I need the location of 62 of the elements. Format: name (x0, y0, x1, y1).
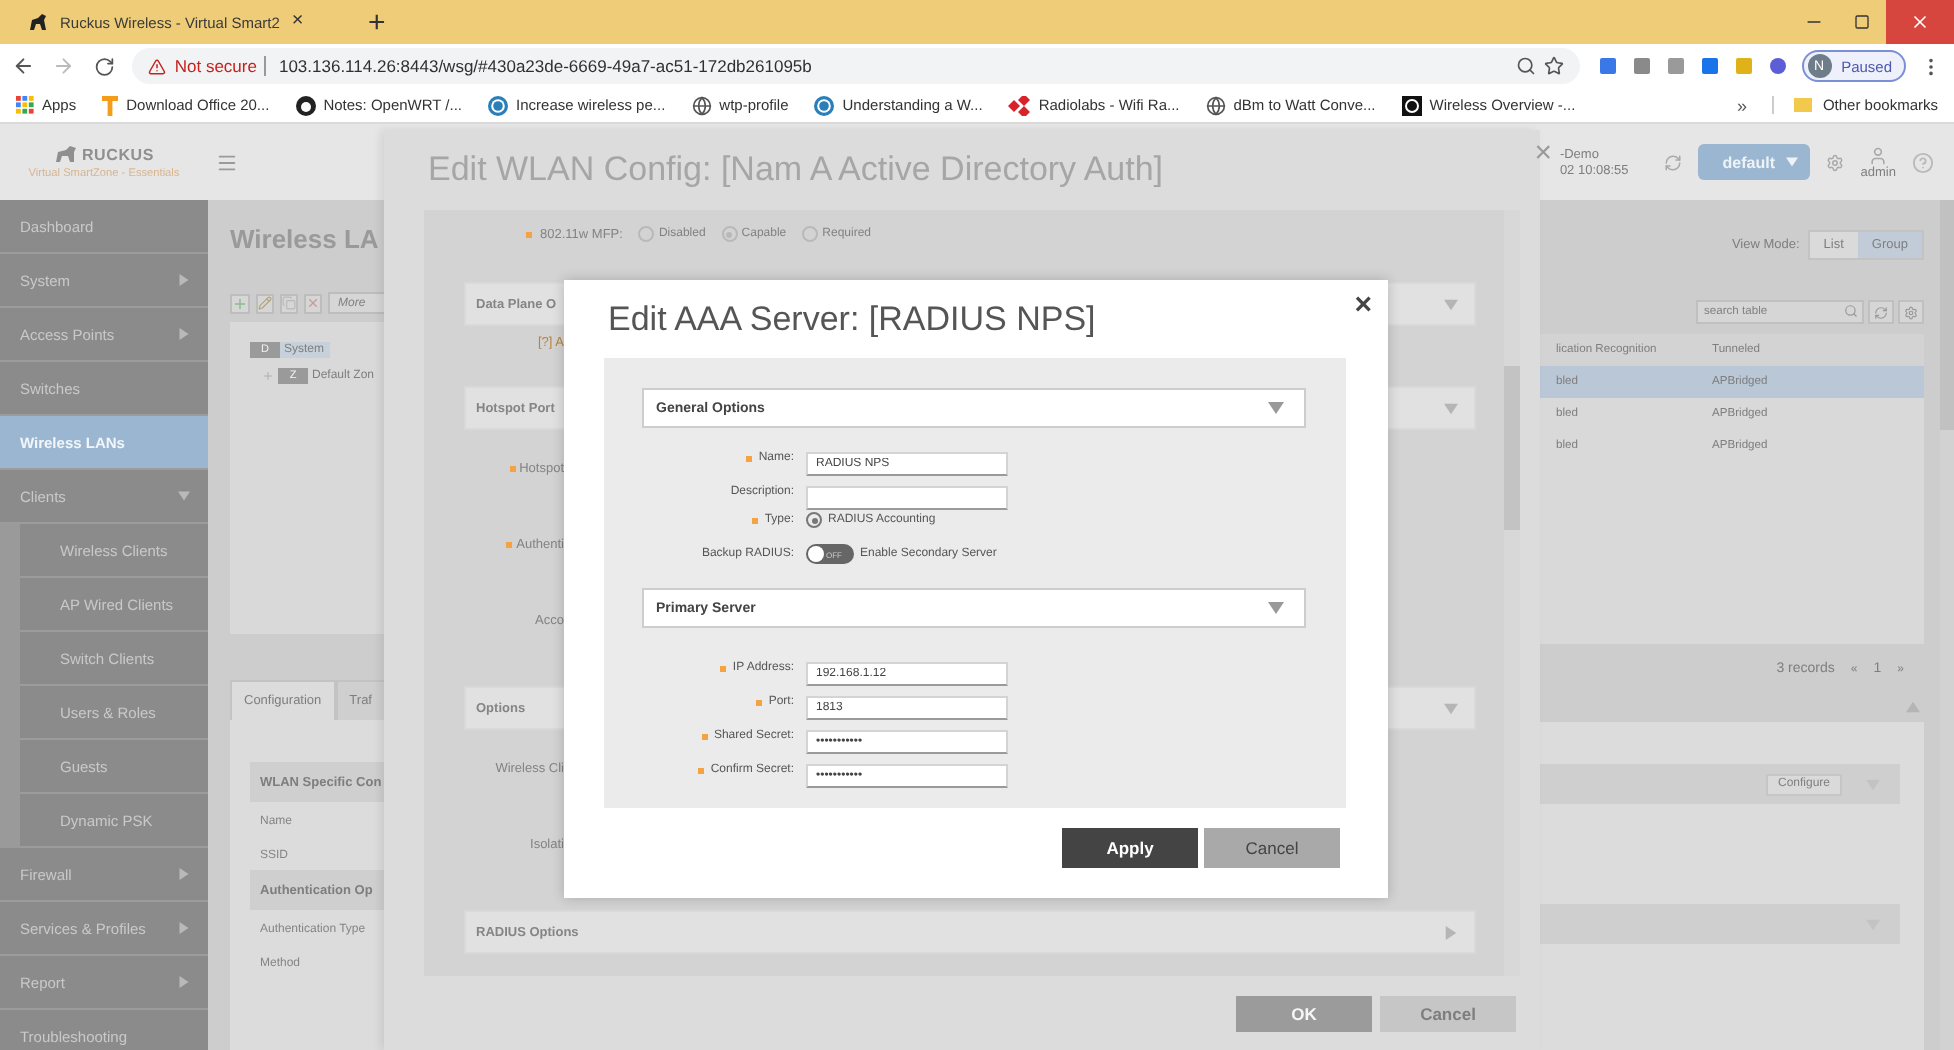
dog-logo-icon (53, 144, 78, 164)
refresh-icon[interactable] (1664, 153, 1683, 171)
security-label: Not secure (174, 56, 267, 76)
zoom-icon[interactable] (1515, 56, 1536, 76)
extension-icon[interactable] (1631, 56, 1652, 76)
delete-button[interactable] (304, 293, 322, 313)
settings-icon (1904, 305, 1918, 319)
globe-icon (1205, 95, 1226, 115)
expand-icon[interactable] (262, 370, 274, 382)
ok-button[interactable]: OK (1236, 995, 1372, 1031)
extension-icon[interactable] (1767, 56, 1788, 76)
warning-icon (148, 57, 167, 75)
dialog-title: Edit AAA Server: [RADIUS NPS] (608, 299, 1096, 339)
search-icon (1844, 304, 1858, 318)
close-button[interactable] (1886, 0, 1954, 44)
extension-icon[interactable] (1665, 56, 1686, 76)
cancel-button[interactable]: Cancel (1380, 995, 1516, 1031)
folder-icon (1794, 96, 1813, 114)
domain-dropdown[interactable]: default (1698, 144, 1811, 180)
maximize-icon (1854, 14, 1870, 30)
close-button[interactable]: × (1534, 138, 1552, 168)
extension-icon[interactable] (1597, 56, 1618, 76)
pencil-icon (258, 296, 272, 310)
refresh-button[interactable] (1868, 300, 1894, 324)
plus-icon (232, 295, 248, 311)
tab-close-button[interactable]: × (291, 12, 304, 32)
caret-down-icon (1268, 600, 1284, 616)
close-button[interactable]: × (1354, 290, 1372, 320)
apply-button[interactable]: Apply (1062, 828, 1198, 868)
bookmark-star-icon[interactable] (1543, 56, 1564, 76)
logo-text: RUCKUS (81, 145, 155, 163)
forward-icon[interactable] (52, 54, 76, 78)
reload-icon[interactable] (93, 55, 115, 77)
globe-icon (691, 95, 712, 115)
address-bar[interactable]: Not secure 103.136.114.26:8443/wsg/#430a23de-6669-49a7-ac51-172db261095b (132, 48, 1580, 84)
extension-icon[interactable] (1699, 56, 1720, 76)
square-icon (1401, 95, 1422, 115)
new-tab-button[interactable]: + (356, 7, 398, 37)
delete-icon (306, 296, 320, 310)
diamond-icon (1008, 95, 1031, 115)
ring-icon (814, 95, 835, 115)
caret-down-icon (1786, 156, 1799, 168)
settings-button[interactable] (1898, 300, 1924, 324)
copy-icon (282, 296, 296, 310)
back-icon[interactable] (12, 54, 35, 78)
help-icon[interactable] (1912, 151, 1934, 173)
ring-icon (488, 95, 509, 115)
collapse-icon (1906, 700, 1920, 714)
refresh-icon (1874, 305, 1888, 319)
cancel-button[interactable]: Cancel (1204, 828, 1340, 868)
text-field[interactable] (806, 486, 1008, 510)
user-icon[interactable] (1868, 145, 1889, 165)
url-text: 103.136.114.26:8443/wsg/#430a23de-6669-49a7-ac51-172db261095b (276, 56, 814, 76)
caret-down-icon (1268, 400, 1284, 416)
settings-icon[interactable] (1826, 153, 1845, 171)
more-bookmarks-button[interactable]: » (1736, 95, 1747, 115)
grid-icon (16, 96, 34, 114)
copy-button[interactable] (280, 293, 298, 313)
dog-icon (28, 12, 48, 32)
edit-button[interactable] (256, 293, 274, 313)
close-icon (1910, 12, 1930, 32)
add-button[interactable] (230, 293, 250, 313)
